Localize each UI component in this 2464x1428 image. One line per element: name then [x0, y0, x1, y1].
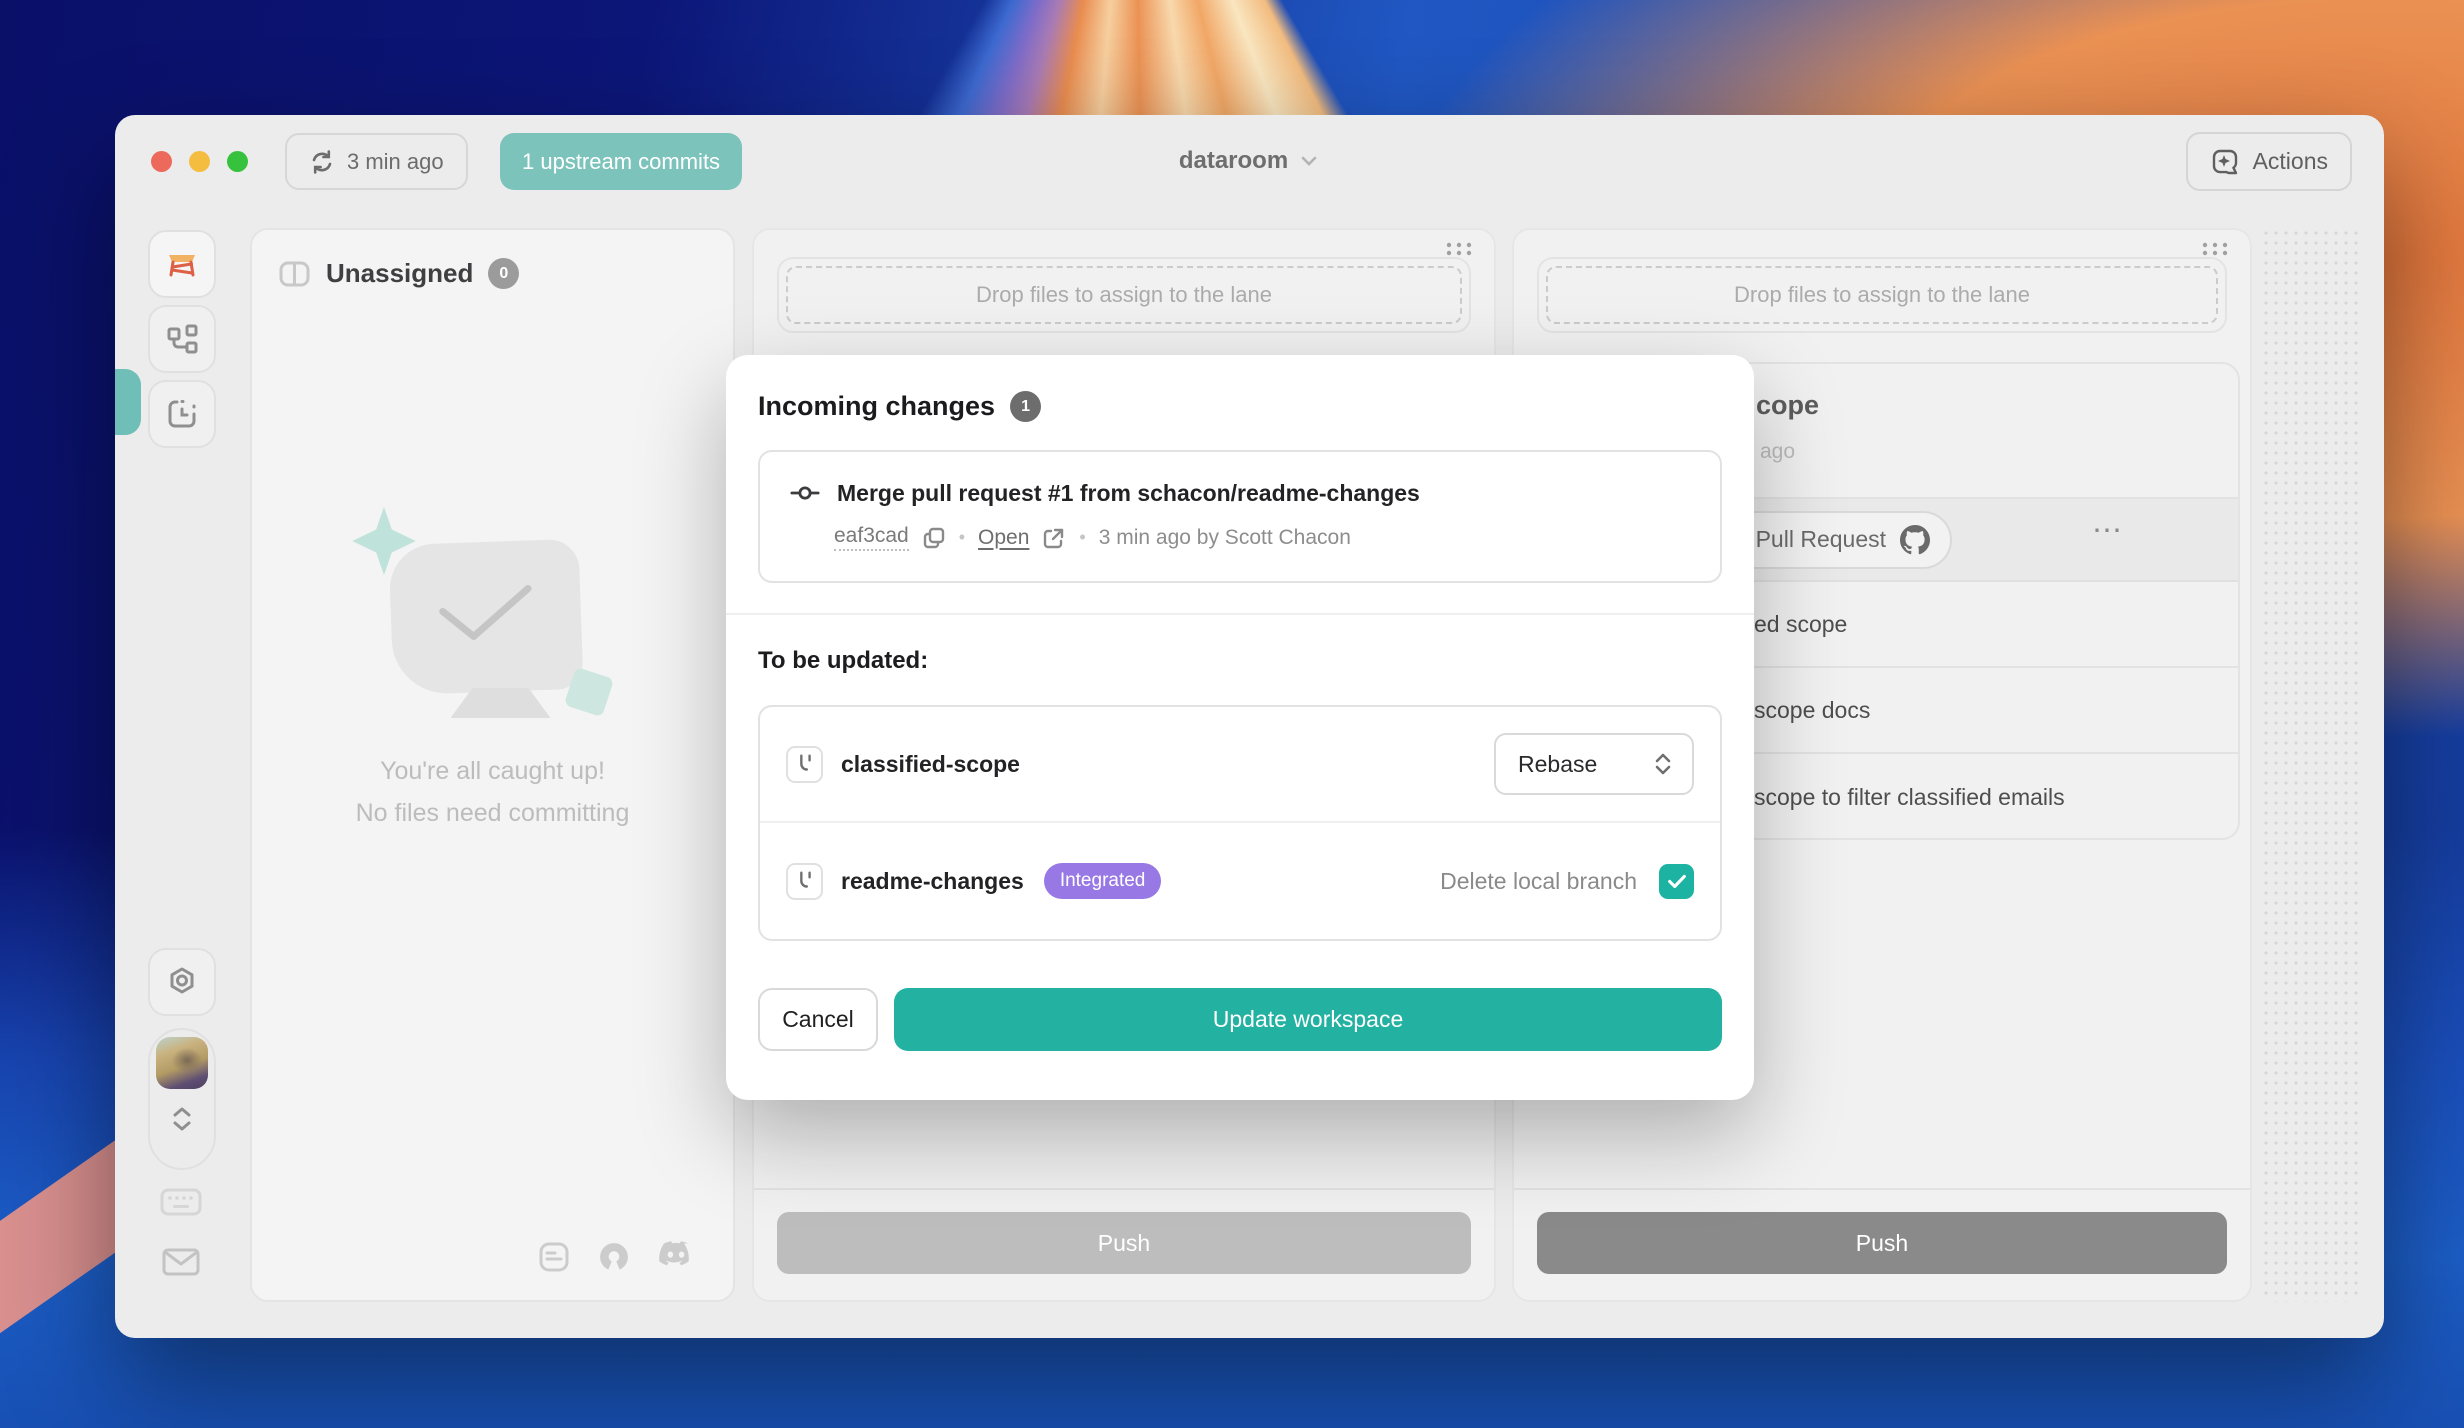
lane-right-footer: Push	[1514, 1188, 2250, 1300]
drag-grip-icon[interactable]	[1442, 240, 1476, 258]
branch-name: readme-changes	[841, 868, 1024, 895]
upstream-commits-badge[interactable]: 1 upstream commits	[500, 133, 742, 190]
integrated-badge: Integrated	[1044, 863, 1162, 899]
push-button-center[interactable]: Push	[777, 1212, 1471, 1274]
unassigned-count-badge: 0	[488, 258, 519, 289]
dropzone-center[interactable]: Drop files to assign to the lane	[777, 257, 1471, 333]
external-link-icon[interactable]	[1042, 526, 1066, 550]
update-workspace-button[interactable]: Update workspace	[894, 988, 1722, 1051]
split-columns-icon	[278, 260, 311, 288]
branch-menu-button[interactable]: ⋯	[2092, 513, 2125, 548]
drawer-handle[interactable]	[115, 369, 141, 435]
select-chevrons-icon	[1652, 751, 1674, 777]
changelog-icon[interactable]	[537, 1240, 571, 1274]
branch-icon	[786, 863, 823, 900]
sync-button[interactable]: 3 min ago	[285, 133, 468, 190]
github-icon	[1900, 525, 1930, 555]
keyboard-shortcuts-button[interactable]	[159, 1185, 203, 1219]
commit-sha-link[interactable]: eaf3cad	[834, 524, 909, 551]
copy-icon[interactable]	[922, 526, 946, 550]
history-clock-icon	[165, 397, 199, 431]
panel-footer-links	[537, 1240, 695, 1274]
modal-divider	[726, 613, 1754, 615]
history-tab-button[interactable]	[148, 380, 216, 448]
window-controls	[151, 151, 248, 172]
lane-center-footer: Push	[754, 1188, 1494, 1300]
profile-switcher[interactable]	[148, 1028, 216, 1170]
unassigned-title: Unassigned	[326, 258, 473, 289]
titlebar: 3 min ago 1 upstream commits dataroom Ac…	[115, 115, 2384, 207]
commit-icon	[790, 478, 820, 508]
sync-time-label: 3 min ago	[347, 149, 444, 175]
cancel-button[interactable]: Cancel	[758, 988, 878, 1051]
branch-name: classified-scope	[841, 751, 1020, 778]
sparkle-square-icon	[2210, 147, 2240, 177]
chevron-down-icon[interactable]	[1298, 150, 1320, 172]
collapsed-lane-strip	[2261, 228, 2361, 1302]
up-down-chevron-icon	[168, 1103, 196, 1135]
drag-grip-icon[interactable]	[2198, 240, 2232, 258]
unassigned-header: Unassigned 0	[252, 230, 733, 317]
gear-icon	[165, 965, 199, 999]
branches-tab-button[interactable]	[148, 305, 216, 373]
empty-title: You're all caught up!	[380, 750, 605, 792]
dropzone-hint: Drop files to assign to the lane	[976, 282, 1272, 308]
feedback-button[interactable]	[160, 1245, 202, 1279]
branches-icon	[165, 322, 199, 356]
delete-branch-checkbox[interactable]	[1659, 864, 1694, 899]
branch-row-readme-changes: readme-changes Integrated Delete local b…	[760, 823, 1720, 939]
workspace-tab-button[interactable]	[148, 230, 216, 298]
branch-card-time: ago	[1760, 440, 1795, 464]
minimize-button[interactable]	[189, 151, 210, 172]
dropzone-right[interactable]: Drop files to assign to the lane	[1537, 257, 2227, 333]
workbench-icon	[163, 245, 201, 283]
caught-up-illustration	[363, 520, 623, 750]
modal-title-row: Incoming changes 1	[758, 391, 1041, 422]
app-window: 3 min ago 1 upstream commits dataroom Ac…	[115, 115, 2384, 1338]
pr-open-link[interactable]: Open	[978, 526, 1029, 550]
to-be-updated-label: To be updated:	[758, 647, 928, 675]
branch-card-title: cope	[1756, 390, 1819, 421]
incoming-changes-modal: Incoming changes 1 Merge pull request #1…	[726, 355, 1754, 1100]
push-button-right[interactable]: Push	[1537, 1212, 2227, 1274]
modal-count-badge: 1	[1010, 391, 1041, 422]
branch-icon	[786, 746, 823, 783]
commit-title: Merge pull request #1 from schacon/readm…	[837, 480, 1420, 507]
zoom-button[interactable]	[227, 151, 248, 172]
delete-local-branch-label: Delete local branch	[1440, 868, 1637, 895]
monitor-shape	[388, 539, 583, 696]
strategy-select[interactable]: Rebase	[1494, 733, 1694, 795]
commit-meta: 3 min ago by Scott Chacon	[1099, 526, 1351, 550]
branch-update-list: classified-scope Rebase readme-changes I…	[758, 705, 1722, 941]
branch-row-classified-scope: classified-scope Rebase	[760, 707, 1720, 823]
empty-state: You're all caught up! No files need comm…	[252, 520, 733, 834]
modal-buttons: Cancel Update workspace	[758, 988, 1722, 1051]
empty-subtitle: No files need committing	[356, 792, 630, 834]
modal-title: Incoming changes	[758, 391, 995, 422]
incoming-commit-card: Merge pull request #1 from schacon/readm…	[758, 450, 1722, 583]
user-avatar	[156, 1037, 208, 1089]
keyboard-icon	[159, 1185, 203, 1219]
dropzone-hint: Drop files to assign to the lane	[1734, 282, 2030, 308]
open-source-icon[interactable]	[597, 1240, 631, 1274]
actions-button[interactable]: Actions	[2186, 132, 2352, 191]
sync-icon	[309, 149, 335, 175]
discord-icon[interactable]	[657, 1240, 695, 1270]
mail-icon	[160, 1245, 202, 1279]
settings-button[interactable]	[148, 948, 216, 1016]
close-button[interactable]	[151, 151, 172, 172]
unassigned-panel: Unassigned 0 You're all caught up! No fi…	[250, 228, 735, 1302]
